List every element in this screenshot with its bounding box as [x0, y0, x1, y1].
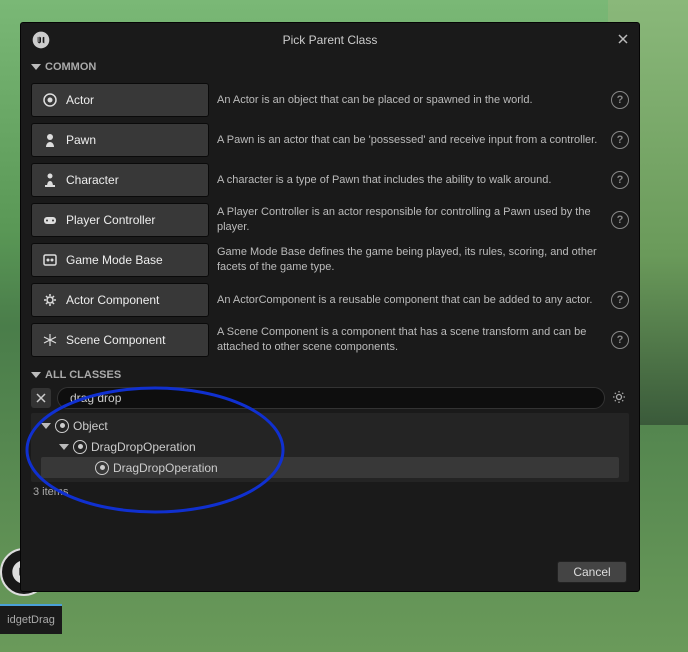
tree-indent — [41, 440, 55, 454]
object-icon — [73, 440, 87, 454]
cancel-button-label: Cancel — [573, 565, 610, 579]
help-icon: ? — [617, 334, 624, 346]
help-button[interactable]: ? — [611, 171, 629, 189]
gear-icon — [611, 389, 627, 405]
close-button[interactable] — [617, 32, 629, 48]
class-description: A character is a type of Pawn that inclu… — [217, 173, 603, 188]
class-row-pawn: Pawn A Pawn is an actor that can be 'pos… — [31, 121, 629, 159]
class-row-player-controller: Player Controller A Player Controller is… — [31, 201, 629, 239]
help-icon: ? — [617, 214, 624, 226]
class-label: Actor — [66, 93, 94, 107]
search-row — [21, 385, 639, 413]
class-search-input[interactable] — [57, 387, 605, 409]
class-button-player-controller[interactable]: Player Controller — [31, 203, 209, 237]
class-button-actor[interactable]: Actor — [31, 83, 209, 117]
class-row-actor: Actor An Actor is an object that can be … — [31, 81, 629, 119]
close-icon — [617, 33, 629, 45]
status-bar: 3 items — [21, 482, 639, 502]
class-description: A Pawn is an actor that can be 'possesse… — [217, 133, 603, 148]
common-section-header[interactable]: COMMON — [21, 57, 639, 77]
object-icon — [55, 419, 69, 433]
common-section-label: COMMON — [45, 61, 96, 73]
scenecomp-icon — [42, 332, 58, 348]
tree-item-dragdropoperation[interactable]: DragDropOperation — [41, 436, 619, 457]
all-classes-section-header[interactable]: ALL CLASSES — [21, 365, 639, 385]
taskbar-tab[interactable]: idgetDrag — [0, 604, 62, 634]
dialog-title: Pick Parent Class — [21, 33, 639, 47]
class-button-actor-component[interactable]: Actor Component — [31, 283, 209, 317]
class-description: An ActorComponent is a reusable componen… — [217, 293, 603, 308]
component-icon — [42, 292, 58, 308]
help-icon: ? — [617, 94, 624, 106]
all-classes-section-label: ALL CLASSES — [45, 369, 121, 381]
tree-item-label: DragDropOperation — [113, 461, 218, 475]
class-label: Scene Component — [66, 333, 165, 347]
clear-search-button[interactable] — [31, 388, 51, 408]
actor-icon — [42, 92, 58, 108]
cancel-button[interactable]: Cancel — [557, 561, 627, 583]
class-description: Game Mode Base defines the game being pl… — [217, 245, 629, 275]
class-row-actor-component: Actor Component An ActorComponent is a r… — [31, 281, 629, 319]
pick-parent-class-dialog: Pick Parent Class COMMON Actor An Actor … — [20, 22, 640, 592]
class-label: Actor Component — [66, 293, 159, 307]
class-button-game-mode-base[interactable]: Game Mode Base — [31, 243, 209, 277]
class-button-character[interactable]: Character — [31, 163, 209, 197]
tree-item-label: Object — [73, 419, 108, 433]
object-icon — [95, 461, 109, 475]
class-description: A Scene Component is a component that ha… — [217, 325, 603, 355]
tree-indent — [77, 461, 91, 475]
controller-icon — [42, 212, 58, 228]
help-button[interactable]: ? — [611, 331, 629, 349]
help-button[interactable]: ? — [611, 91, 629, 109]
item-count-label: 3 items — [33, 486, 68, 498]
class-button-pawn[interactable]: Pawn — [31, 123, 209, 157]
help-icon: ? — [617, 134, 624, 146]
search-settings-button[interactable] — [611, 389, 629, 407]
class-button-scene-component[interactable]: Scene Component — [31, 323, 209, 357]
class-row-scene-component: Scene Component A Scene Component is a c… — [31, 321, 629, 359]
unreal-logo-icon — [31, 30, 51, 50]
class-label: Game Mode Base — [66, 253, 163, 267]
class-description: An Actor is an object that can be placed… — [217, 93, 603, 108]
help-button[interactable]: ? — [611, 211, 629, 229]
chevron-down-icon — [31, 64, 41, 70]
class-label: Pawn — [66, 133, 96, 147]
tree-indent — [41, 461, 55, 475]
common-class-list: Actor An Actor is an object that can be … — [21, 77, 639, 365]
tree-item-dragdropoperation-child[interactable]: DragDropOperation — [41, 457, 619, 478]
class-row-character: Character A character is a type of Pawn … — [31, 161, 629, 199]
dialog-titlebar[interactable]: Pick Parent Class — [21, 23, 639, 57]
tree-item-label: DragDropOperation — [91, 440, 196, 454]
taskbar-tab-label: idgetDrag — [7, 614, 55, 626]
chevron-down-icon — [31, 372, 41, 378]
class-label: Character — [66, 173, 119, 187]
tree-item-object[interactable]: Object — [41, 415, 619, 436]
class-row-game-mode-base: Game Mode Base Game Mode Base defines th… — [31, 241, 629, 279]
chevron-down-icon — [59, 444, 69, 450]
close-icon — [36, 393, 46, 403]
help-icon: ? — [617, 294, 624, 306]
dialog-footer: Cancel — [21, 553, 639, 591]
chevron-down-icon — [41, 423, 51, 429]
character-icon — [42, 172, 58, 188]
class-description: A Player Controller is an actor responsi… — [217, 205, 603, 235]
tree-indent — [59, 461, 73, 475]
pawn-icon — [42, 132, 58, 148]
help-button[interactable]: ? — [611, 291, 629, 309]
class-label: Player Controller — [66, 213, 155, 227]
help-button[interactable]: ? — [611, 131, 629, 149]
gamemode-icon — [42, 252, 58, 268]
class-tree: Object DragDropOperation DragDropOperati… — [31, 413, 629, 482]
help-icon: ? — [617, 174, 624, 186]
